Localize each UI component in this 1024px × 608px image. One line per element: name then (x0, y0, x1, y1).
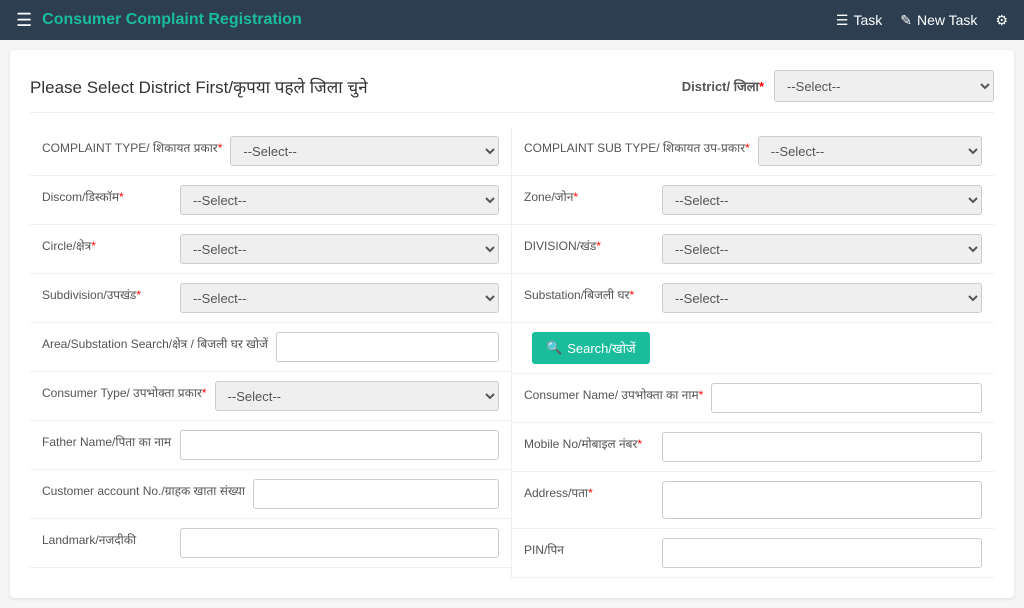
district-field: District/ जिला* --Select-- (682, 70, 994, 102)
task-nav[interactable]: ☰ Task (836, 12, 882, 29)
search-group: 🔍 Search/खोजें (512, 323, 994, 374)
substation-group: Substation/बिजली घर* --Select-- (512, 274, 994, 323)
district-select[interactable]: --Select-- (774, 70, 994, 102)
subdivision-label: Subdivision/उपखंड* (42, 283, 172, 304)
search-button[interactable]: 🔍 Search/खोजें (532, 332, 650, 364)
app-title: Consumer Complaint Registration (42, 11, 302, 29)
district-label: District/ जिला* (682, 77, 764, 95)
complaint-type-label: COMPLAINT TYPE/ शिकायत प्रकार* (42, 136, 222, 157)
substation-label: Substation/बिजली घर* (524, 283, 654, 304)
left-column: COMPLAINT TYPE/ शिकायत प्रकार* --Select-… (30, 127, 512, 578)
address-group: Address/पता* (512, 472, 994, 529)
consumer-type-label: Consumer Type/ उपभोक्ता प्रकार* (42, 381, 207, 402)
landmark-group: Landmark/नजदीकी (30, 519, 511, 568)
consumer-name-input[interactable] (711, 383, 982, 413)
right-column: COMPLAINT SUB TYPE/ शिकायत उप-प्रकार* --… (512, 127, 994, 578)
page-heading: Please Select District First/कृपया पहले … (30, 75, 368, 98)
customer-account-input[interactable] (253, 479, 499, 509)
division-select[interactable]: --Select-- (662, 234, 982, 264)
subdivision-group: Subdivision/उपखंड* --Select-- (30, 274, 511, 323)
area-input[interactable] (276, 332, 499, 362)
address-label: Address/पता* (524, 481, 654, 502)
subdivision-select[interactable]: --Select-- (180, 283, 499, 313)
circle-group: Circle/क्षेत्र* --Select-- (30, 225, 511, 274)
consumer-name-group: Consumer Name/ उपभोक्ता का नाम* (512, 374, 994, 423)
top-bar: Please Select District First/कृपया पहले … (30, 70, 994, 113)
consumer-name-label: Consumer Name/ उपभोक्ता का नाम* (524, 383, 703, 404)
mobile-input[interactable] (662, 432, 982, 462)
area-label: Area/Substation Search/क्षेत्र / बिजली घ… (42, 332, 268, 353)
mobile-group: Mobile No/मोबाइल नंबर* (512, 423, 994, 472)
father-name-group: Father Name/पिता का नाम (30, 421, 511, 470)
gear-icon: ⚙ (995, 12, 1008, 29)
consumer-type-group: Consumer Type/ उपभोक्ता प्रकार* --Select… (30, 372, 511, 421)
zone-label: Zone/जोन* (524, 185, 654, 206)
customer-account-group: Customer account No./ग्राहक खाता संख्या (30, 470, 511, 519)
discom-group: Discom/डिस्कॉम* --Select-- (30, 176, 511, 225)
division-group: DIVISION/खंड* --Select-- (512, 225, 994, 274)
discom-select[interactable]: --Select-- (180, 185, 499, 215)
header-left: ☰ Consumer Complaint Registration (16, 10, 302, 31)
address-input[interactable] (662, 481, 982, 519)
new-task-label: New Task (917, 12, 977, 28)
division-label: DIVISION/खंड* (524, 234, 654, 255)
pin-label: PIN/पिन (524, 538, 654, 559)
area-group: Area/Substation Search/क्षेत्र / बिजली घ… (30, 323, 511, 372)
hamburger-icon[interactable]: ☰ (16, 10, 32, 31)
new-task-nav[interactable]: ✎ New Task (900, 12, 977, 29)
father-name-input[interactable] (180, 430, 499, 460)
customer-account-label: Customer account No./ग्राहक खाता संख्या (42, 479, 245, 500)
landmark-input[interactable] (180, 528, 499, 558)
pin-input[interactable] (662, 538, 982, 568)
landmark-label: Landmark/नजदीकी (42, 528, 172, 549)
circle-label: Circle/क्षेत्र* (42, 234, 172, 255)
search-button-label: Search/खोजें (567, 339, 635, 357)
complaint-sub-type-select[interactable]: --Select-- (758, 136, 982, 166)
edit-icon: ✎ (900, 12, 912, 29)
task-label: Task (853, 12, 882, 28)
search-icon: 🔍 (546, 340, 562, 356)
complaint-type-group: COMPLAINT TYPE/ शिकायत प्रकार* --Select-… (30, 127, 511, 176)
complaint-sub-type-group: COMPLAINT SUB TYPE/ शिकायत उप-प्रकार* --… (512, 127, 994, 176)
complaint-sub-type-label: COMPLAINT SUB TYPE/ शिकायत उप-प्रकार* (524, 136, 750, 157)
header-right: ☰ Task ✎ New Task ⚙ (836, 12, 1008, 29)
discom-label: Discom/डिस्कॉम* (42, 185, 172, 206)
main-content: Please Select District First/कृपया पहले … (10, 50, 1014, 598)
zone-select[interactable]: --Select-- (662, 185, 982, 215)
consumer-type-select[interactable]: --Select-- (215, 381, 499, 411)
father-name-label: Father Name/पिता का नाम (42, 430, 172, 451)
form-section: COMPLAINT TYPE/ शिकायत प्रकार* --Select-… (30, 127, 994, 578)
zone-group: Zone/जोन* --Select-- (512, 176, 994, 225)
substation-select[interactable]: --Select-- (662, 283, 982, 313)
app-header: ☰ Consumer Complaint Registration ☰ Task… (0, 0, 1024, 40)
task-list-icon: ☰ (836, 12, 849, 29)
complaint-type-select[interactable]: --Select-- (230, 136, 499, 166)
mobile-label: Mobile No/मोबाइल नंबर* (524, 432, 654, 453)
settings-nav[interactable]: ⚙ (995, 12, 1008, 29)
circle-select[interactable]: --Select-- (180, 234, 499, 264)
pin-group: PIN/पिन (512, 529, 994, 578)
